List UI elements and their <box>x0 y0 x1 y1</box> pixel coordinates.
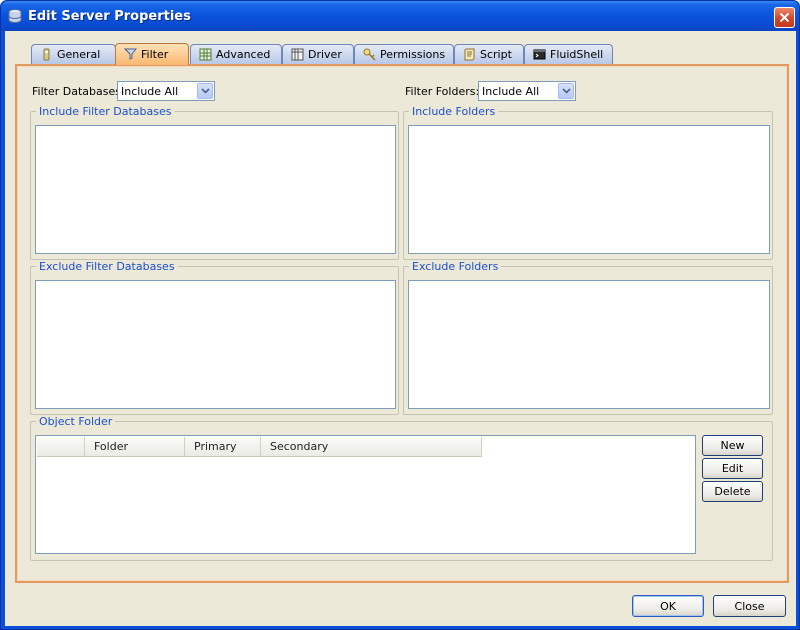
tab-driver[interactable]: Driver <box>282 44 354 64</box>
dialog-window: Edit Server Properties General Filter Ad… <box>0 0 800 630</box>
chevron-down-icon[interactable] <box>197 83 213 99</box>
filter-folders-label: Filter Folders: <box>405 85 480 98</box>
filter-databases-label: Filter Databases <box>32 85 121 98</box>
tab-label: Advanced <box>216 48 271 61</box>
tab-label: Script <box>480 48 512 61</box>
edit-button[interactable]: Edit <box>702 458 763 479</box>
tab-label: General <box>57 48 101 61</box>
close-icon <box>779 12 790 23</box>
include-databases-list[interactable] <box>35 125 396 254</box>
column-header-blank[interactable] <box>37 437 85 457</box>
tab-label: Driver <box>308 48 342 61</box>
dialog-client: General Filter Advanced Driver Permissio… <box>5 31 796 626</box>
tab-label: Filter <box>141 48 169 61</box>
tab-permissions[interactable]: Permissions <box>354 44 454 64</box>
include-databases-group: Include Filter Databases <box>30 105 399 260</box>
tab-advanced[interactable]: Advanced <box>190 44 282 64</box>
object-folder-group: Object Folder Folder Primary Secondary N… <box>30 415 773 561</box>
column-header-folder[interactable]: Folder <box>85 437 185 457</box>
delete-button[interactable]: Delete <box>702 481 763 502</box>
exclude-databases-group: Exclude Filter Databases <box>30 260 399 415</box>
permissions-icon <box>363 48 376 61</box>
driver-icon <box>291 48 304 61</box>
table-header: Folder Primary Secondary <box>37 437 482 457</box>
filter-databases-select[interactable]: Include All <box>117 81 215 101</box>
group-title: Exclude Filter Databases <box>36 260 178 273</box>
filter-folders-value: Include All <box>482 85 540 98</box>
column-header-primary[interactable]: Primary <box>185 437 261 457</box>
general-icon <box>43 48 50 61</box>
new-button[interactable]: New <box>702 435 763 456</box>
tab-label: Permissions <box>380 48 446 61</box>
group-title: Include Folders <box>409 105 499 118</box>
filter-tab-panel: Filter Databases Include All Filter Fold… <box>15 64 789 583</box>
group-title: Object Folder <box>36 415 116 428</box>
column-header-secondary[interactable]: Secondary <box>261 437 482 457</box>
exclude-folders-list[interactable] <box>408 280 770 409</box>
include-folders-group: Include Folders <box>403 105 773 260</box>
filter-databases-value: Include All <box>121 85 179 98</box>
title-bar[interactable]: Edit Server Properties <box>1 1 799 31</box>
object-folder-table[interactable]: Folder Primary Secondary <box>35 435 696 554</box>
close-window-button[interactable] <box>774 7 795 28</box>
advanced-icon <box>199 48 212 61</box>
server-icon <box>8 9 22 23</box>
filter-icon <box>124 48 137 60</box>
include-folders-list[interactable] <box>408 125 770 254</box>
filter-folders-select[interactable]: Include All <box>478 81 576 101</box>
tab-fluidshell[interactable]: FluidShell <box>524 44 613 64</box>
tab-script[interactable]: Script <box>454 44 524 64</box>
exclude-folders-group: Exclude Folders <box>403 260 773 415</box>
fluidshell-icon <box>533 49 546 60</box>
ok-button[interactable]: OK <box>632 595 704 617</box>
chevron-down-icon[interactable] <box>558 83 574 99</box>
script-icon <box>464 48 475 61</box>
tab-general[interactable]: General <box>31 44 116 64</box>
tab-filter[interactable]: Filter <box>115 43 189 65</box>
close-button[interactable]: Close <box>713 595 786 617</box>
tab-label: FluidShell <box>550 48 604 61</box>
exclude-databases-list[interactable] <box>35 280 396 409</box>
window-title: Edit Server Properties <box>28 9 191 24</box>
group-title: Exclude Folders <box>409 260 502 273</box>
group-title: Include Filter Databases <box>36 105 175 118</box>
